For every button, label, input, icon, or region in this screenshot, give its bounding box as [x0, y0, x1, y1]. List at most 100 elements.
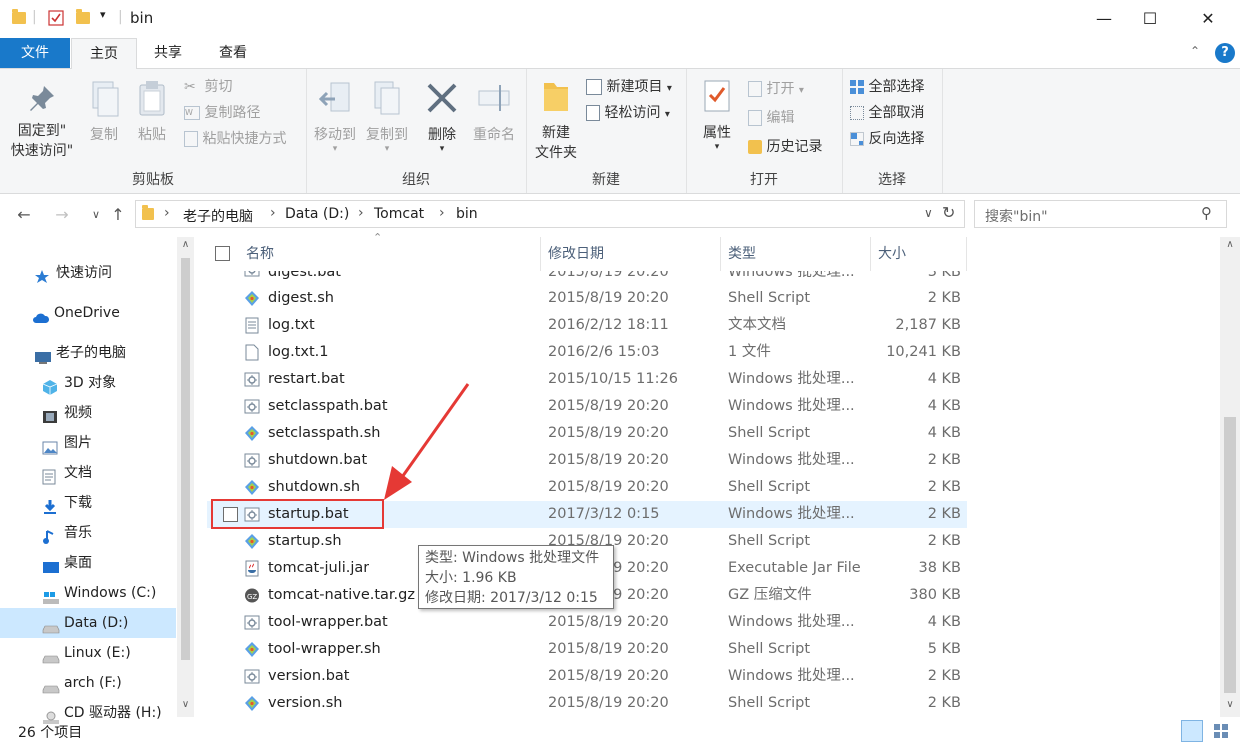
nav-item-8[interactable]: 音乐: [42, 518, 92, 548]
open-button[interactable]: 打开 ▾: [748, 77, 804, 101]
move-to-button[interactable]: 移动到 ▾: [310, 79, 360, 154]
column-divider[interactable]: [540, 237, 541, 271]
file-row[interactable]: setclasspath.bat 2015/8/19 20:20 Windows 批…: [207, 393, 967, 420]
minimize-button[interactable]: —: [1081, 0, 1127, 38]
file-row[interactable]: shutdown.sh 2015/8/19 20:20 Shell Script 2 …: [207, 474, 967, 501]
nav-item-10[interactable]: Windows (C:): [42, 578, 156, 608]
maximize-button[interactable]: ☐: [1127, 0, 1173, 38]
copy-path-button[interactable]: W 复制路径: [184, 101, 260, 125]
scroll-down-icon[interactable]: ∨: [1220, 699, 1240, 710]
file-list-scrollbar[interactable]: ∧ ∨: [1220, 237, 1240, 717]
edit-button[interactable]: 编辑: [748, 106, 794, 130]
copy-to-button[interactable]: 复制到 ▾: [362, 79, 412, 154]
properties-button[interactable]: 属性 ▾: [694, 77, 740, 152]
file-name[interactable]: log.txt: [268, 312, 315, 339]
nav-scroll-thumb[interactable]: [181, 258, 190, 660]
nav-item-5[interactable]: 图片: [42, 428, 92, 458]
close-button[interactable]: ✕: [1185, 0, 1231, 38]
nav-item-7[interactable]: 下载: [42, 488, 92, 518]
file-name[interactable]: setclasspath.sh: [268, 420, 380, 447]
nav-item-9[interactable]: 桌面: [42, 548, 92, 578]
nav-item-3[interactable]: 3D 对象: [42, 368, 116, 398]
customize-toolbar-icon[interactable]: ▾: [100, 8, 106, 28]
address-bar[interactable]: › 老子的电脑 › Data (D:) › Tomcat › bin ∨ ↻: [135, 200, 965, 228]
breadcrumb-tomcat[interactable]: Tomcat: [374, 206, 424, 222]
file-row[interactable]: shutdown.bat 2015/8/19 20:20 Windows 批处理..…: [207, 447, 967, 474]
nav-pane-scrollbar[interactable]: ∧ ∨: [177, 237, 194, 717]
file-row[interactable]: log.txt.1 2016/2/6 15:03 1 文件 10,241 KB: [207, 339, 967, 366]
scroll-up-icon[interactable]: ∧: [1220, 239, 1240, 250]
nav-item-1[interactable]: OneDrive: [32, 298, 120, 328]
new-folder-quick-icon[interactable]: [76, 9, 90, 32]
nav-item-2[interactable]: 老子的电脑: [34, 338, 126, 368]
file-name[interactable]: digest.bat: [268, 271, 341, 279]
nav-item-11[interactable]: Data (D:): [0, 608, 176, 638]
collapse-ribbon-icon[interactable]: ⌃: [1190, 44, 1200, 58]
search-box[interactable]: 搜索"bin" ⚲: [974, 200, 1227, 228]
back-arrow-icon[interactable]: ←: [12, 202, 36, 228]
tab-file[interactable]: 文件: [0, 38, 70, 68]
large-icons-view-icon[interactable]: [1210, 720, 1232, 742]
nav-item-0[interactable]: 快速访问: [34, 258, 112, 288]
file-name[interactable]: tool-wrapper.sh: [268, 636, 381, 663]
file-name[interactable]: version.bat: [268, 663, 350, 690]
select-all-button[interactable]: 全部选择: [850, 75, 924, 99]
nav-item-6[interactable]: 文档: [42, 458, 92, 488]
delete-button[interactable]: 删除 ▾: [420, 79, 464, 154]
column-header-type[interactable]: 类型: [728, 237, 756, 271]
file-scroll-thumb[interactable]: [1224, 417, 1236, 693]
invert-selection-button[interactable]: 反向选择: [850, 127, 924, 151]
copy-button[interactable]: 复制: [82, 79, 126, 145]
file-name[interactable]: version.sh: [268, 690, 342, 717]
file-name[interactable]: tomcat-juli.jar: [268, 555, 369, 582]
column-header-date[interactable]: 修改日期: [548, 237, 604, 271]
paste-button[interactable]: 粘贴: [130, 79, 174, 145]
file-name[interactable]: tool-wrapper.bat: [268, 609, 388, 636]
rename-button[interactable]: 重命名: [468, 79, 520, 145]
tab-home[interactable]: 主页: [71, 38, 137, 69]
address-dropdown-icon[interactable]: ∨: [924, 206, 933, 220]
scroll-up-icon[interactable]: ∧: [177, 239, 194, 250]
scroll-down-icon[interactable]: ∨: [177, 699, 194, 710]
refresh-icon[interactable]: ↻: [942, 203, 955, 222]
file-name[interactable]: shutdown.sh: [268, 474, 360, 501]
help-icon[interactable]: ?: [1215, 43, 1235, 63]
file-row[interactable]: log.txt 2016/2/12 18:11 文本文档 2,187 KB: [207, 312, 967, 339]
file-row[interactable]: digest.bat 2015/8/19 20:20 Windows 批处理... 3…: [207, 271, 967, 285]
file-row[interactable]: setclasspath.sh 2015/8/19 20:20 Shell Scri…: [207, 420, 967, 447]
breadcrumb-this-pc[interactable]: 老子的电脑: [183, 206, 253, 226]
up-arrow-icon[interactable]: ↑: [106, 202, 130, 228]
tab-view[interactable]: 查看: [201, 38, 265, 68]
file-name[interactable]: log.txt.1: [268, 339, 329, 366]
file-row[interactable]: tool-wrapper.bat 2015/8/19 20:20 Windows 批…: [207, 609, 967, 636]
new-folder-button[interactable]: 新建 文件夹: [530, 77, 582, 163]
file-row[interactable]: digest.sh 2015/8/19 20:20 Shell Script 2 KB: [207, 285, 967, 312]
nav-item-13[interactable]: arch (F:): [42, 668, 122, 698]
file-row[interactable]: restart.bat 2015/10/15 11:26 Windows 批处理..…: [207, 366, 967, 393]
search-icon[interactable]: ⚲: [1201, 204, 1212, 222]
file-row[interactable]: version.sh 2015/8/19 20:20 Shell Script 2 K…: [207, 690, 967, 717]
breadcrumb-bin[interactable]: bin: [456, 206, 478, 222]
file-row[interactable]: tool-wrapper.sh 2015/8/19 20:20 Shell Scri…: [207, 636, 967, 663]
breadcrumb-data-drive[interactable]: Data (D:): [285, 206, 349, 222]
nav-item-4[interactable]: 视频: [42, 398, 92, 428]
easy-access-button[interactable]: 轻松访问 ▾: [586, 101, 670, 125]
cut-button[interactable]: ✂ 剪切: [184, 75, 232, 99]
column-divider[interactable]: [720, 237, 721, 271]
column-header-name[interactable]: 名称: [246, 237, 274, 271]
select-none-button[interactable]: 全部取消: [850, 101, 924, 125]
select-all-checkbox[interactable]: [215, 246, 230, 261]
file-name[interactable]: shutdown.bat: [268, 447, 367, 474]
details-view-icon[interactable]: [1181, 720, 1203, 742]
history-button[interactable]: 历史记录: [748, 135, 822, 159]
file-name[interactable]: tomcat-native.tar.gz: [268, 582, 415, 609]
forward-arrow-icon[interactable]: →: [50, 202, 74, 228]
file-name[interactable]: digest.sh: [268, 285, 334, 312]
pin-quick-access-button[interactable]: 固定到" 快速访问": [6, 83, 78, 161]
column-divider[interactable]: [870, 237, 871, 271]
file-name[interactable]: startup.sh: [268, 528, 342, 555]
paste-shortcut-button[interactable]: 粘贴快捷方式: [184, 127, 286, 151]
file-name[interactable]: restart.bat: [268, 366, 345, 393]
recent-locations-icon[interactable]: ∨: [84, 202, 108, 228]
properties-quick-icon[interactable]: [48, 10, 64, 30]
